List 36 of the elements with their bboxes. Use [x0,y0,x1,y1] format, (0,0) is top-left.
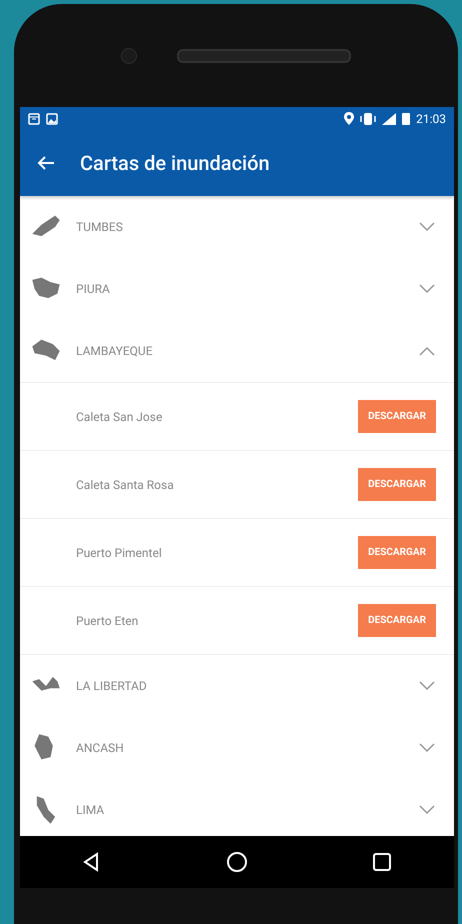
vibrate-icon [360,112,376,124]
recents-nav-icon[interactable] [370,851,393,873]
region-row[interactable]: TUMBES [20,196,454,258]
chevron-down-icon[interactable] [418,221,436,233]
location-icon [344,112,354,125]
region-name: LA LIBERTAD [76,679,148,693]
region-name: LIMA [76,803,106,817]
region-row[interactable]: LIMA [20,779,454,836]
screen-title: Cartas de inundación [80,151,270,175]
battery-icon [402,112,410,125]
region-name: PIURA [76,282,111,296]
chevron-down-icon[interactable] [418,283,436,295]
place-name: Caleta Santa Rosa [76,478,175,492]
download-button[interactable]: DESCARGAR [358,536,436,569]
region-row[interactable]: LA LIBERTAD [20,655,454,717]
place-name: Puerto Pimentel [76,546,163,560]
place-name: Caleta San Jose [76,410,164,424]
signal-icon [382,112,396,124]
calendar-icon [28,112,40,124]
region-name: LAMBAYEQUE [76,344,154,358]
chevron-down-icon[interactable] [418,680,436,692]
chevron-up-icon[interactable] [418,345,436,357]
download-button[interactable]: DESCARGAR [358,604,436,637]
home-nav-icon[interactable] [226,851,248,873]
region-row[interactable]: ANCASH [20,717,454,779]
place-name: Puerto Eten [76,614,140,628]
region-name: ANCASH [76,741,125,755]
download-button[interactable]: DESCARGAR [358,400,436,433]
chevron-down-icon[interactable] [418,742,436,754]
region-row[interactable]: PIURA [20,258,454,320]
region-name: TUMBES [76,220,124,234]
image-icon [46,112,58,124]
camera-icon [121,48,137,64]
status-time: 21:03 [416,112,446,126]
chevron-down-icon[interactable] [418,804,436,816]
download-button[interactable]: DESCARGAR [358,468,436,501]
